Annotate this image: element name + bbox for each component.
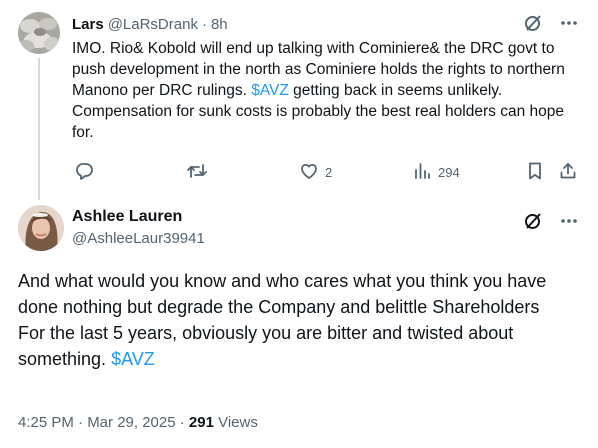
tweet-metadata: 4:25 PM · Mar 29, 2025 · 291 Views bbox=[18, 414, 258, 431]
grok-slash-circle-icon[interactable] bbox=[522, 12, 544, 34]
views-count: 291 bbox=[188, 414, 214, 431]
more-dots-icon[interactable] bbox=[558, 210, 580, 232]
author-handle[interactable]: @LaRsDrank bbox=[108, 16, 198, 33]
grok-slash-circle-icon[interactable] bbox=[522, 210, 544, 232]
views-label: Views bbox=[213, 414, 258, 431]
author-handle[interactable]: @AshleeLaur39941 bbox=[72, 228, 205, 250]
main-top-actions bbox=[522, 210, 580, 232]
share-upload-icon bbox=[558, 161, 578, 184]
thread-connector-line bbox=[38, 58, 40, 200]
share-button[interactable] bbox=[558, 160, 578, 184]
reply-action-bar: 2 294 bbox=[72, 160, 582, 184]
post-timestamp[interactable]: 4:25 PM · Mar 29, 2025 · bbox=[18, 414, 189, 431]
views-button[interactable]: 294 bbox=[412, 160, 460, 184]
heart-icon bbox=[299, 161, 319, 184]
main-tweet-text: And what would you know and who cares wh… bbox=[18, 268, 588, 372]
bookmark-button[interactable] bbox=[525, 160, 545, 184]
post-time[interactable]: 8h bbox=[211, 16, 228, 33]
avatar[interactable] bbox=[18, 12, 60, 54]
reply-tweet[interactable]: Lars @LaRsDrank · 8h IMO. Rio& Kobold wi… bbox=[0, 0, 598, 200]
author-name[interactable]: Ashlee Lauren bbox=[72, 206, 205, 228]
retweet-button[interactable] bbox=[186, 160, 214, 184]
separator-dot: · bbox=[201, 15, 207, 33]
main-tweet: Ashlee Lauren @AshleeLaur39941 And what … bbox=[0, 198, 598, 448]
views-count: 294 bbox=[438, 164, 460, 180]
views-bars-icon bbox=[412, 161, 432, 184]
reply-header: Lars @LaRsDrank · 8h bbox=[72, 13, 228, 35]
main-tweet-text-main: And what would you know and who cares wh… bbox=[18, 271, 547, 369]
author-block: Ashlee Lauren @AshleeLaur39941 bbox=[72, 206, 205, 250]
reply-top-actions bbox=[522, 12, 580, 34]
avatar[interactable] bbox=[18, 205, 64, 251]
like-count: 2 bbox=[325, 164, 333, 180]
cashtag-link[interactable]: $AVZ bbox=[111, 349, 155, 369]
like-button[interactable]: 2 bbox=[299, 160, 332, 184]
reply-text: IMO. Rio& Kobold will end up talking wit… bbox=[72, 38, 586, 143]
conversation-thread: Lars @LaRsDrank · 8h IMO. Rio& Kobold wi… bbox=[0, 0, 598, 448]
cashtag-link[interactable]: $AVZ bbox=[251, 82, 289, 99]
reply-bubble-icon bbox=[74, 161, 94, 184]
retweet-arrows-icon bbox=[186, 161, 208, 184]
author-name[interactable]: Lars bbox=[72, 16, 104, 33]
more-dots-icon[interactable] bbox=[558, 12, 580, 34]
reply-button[interactable] bbox=[74, 160, 100, 184]
bookmark-icon bbox=[525, 161, 545, 184]
